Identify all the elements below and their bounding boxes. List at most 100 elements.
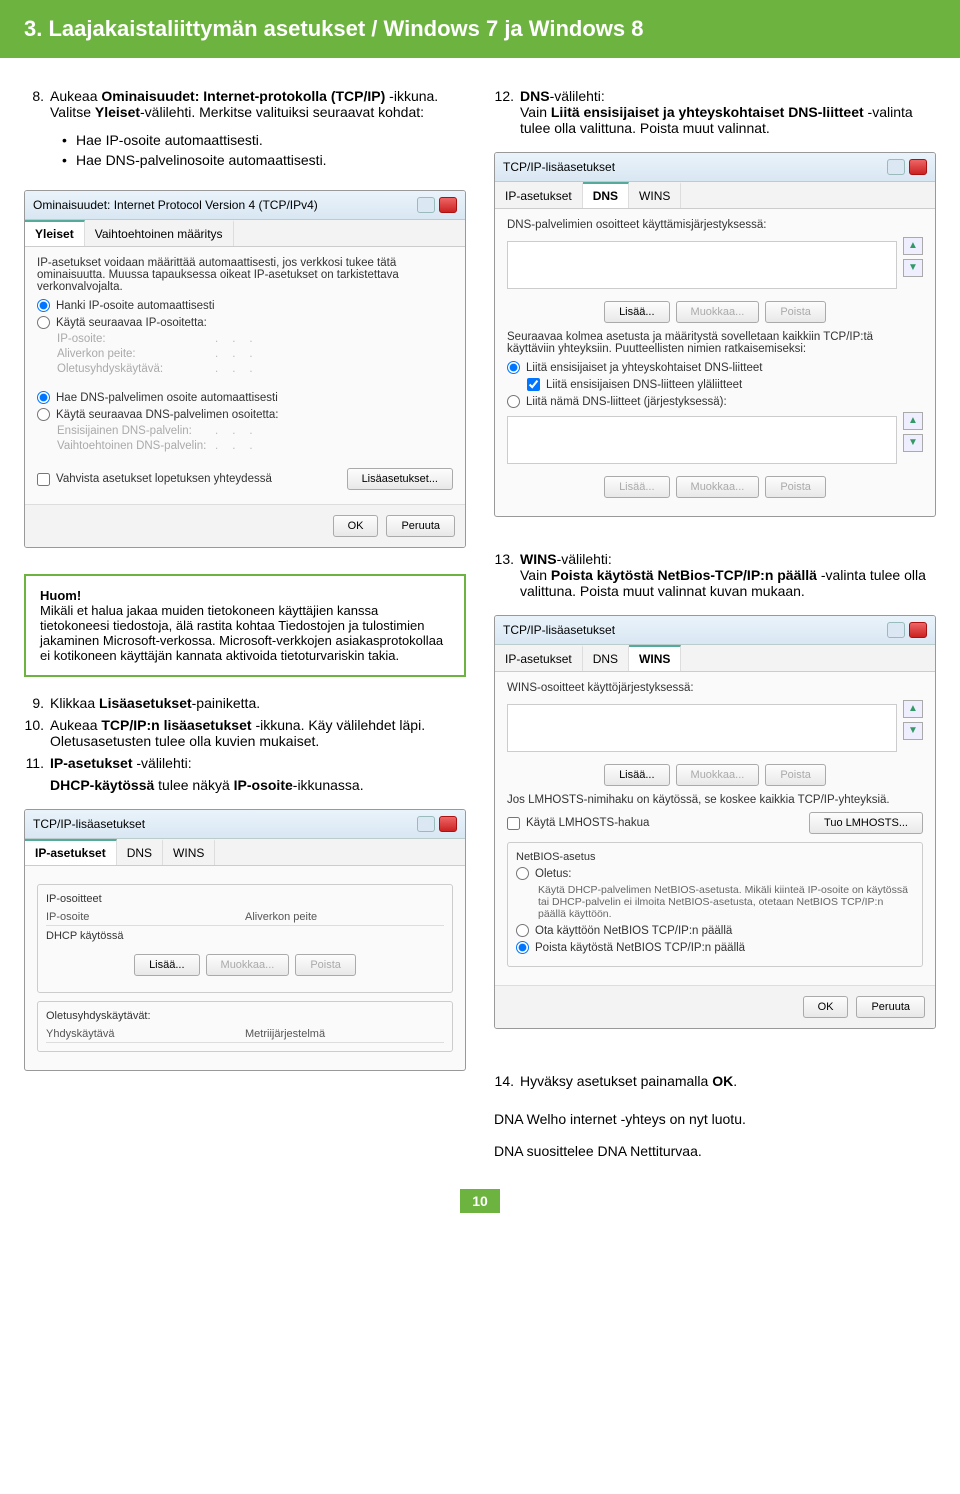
left-column: 8. Aukeaa Ominaisuudet: Internet-protoko… bbox=[24, 88, 466, 1159]
add-button[interactable]: Lisää... bbox=[604, 476, 669, 498]
window-title: TCP/IP-lisäasetukset bbox=[33, 817, 145, 831]
edit-button[interactable]: Muokkaa... bbox=[676, 301, 760, 323]
t: Poista käytöstä NetBios-TCP/IP:n päällä bbox=[551, 567, 817, 583]
ok-button[interactable]: OK bbox=[803, 996, 849, 1018]
tab-ip-asetukset[interactable]: IP-asetukset bbox=[25, 839, 117, 865]
window-body: DNS-palvelimien osoitteet käyttämisjärje… bbox=[495, 209, 935, 516]
dot: • bbox=[62, 132, 76, 148]
down-arrow-icon[interactable]: ▼ bbox=[903, 259, 923, 277]
help-icon[interactable] bbox=[417, 816, 435, 832]
edit-button[interactable]: Muokkaa... bbox=[206, 954, 290, 976]
help-icon[interactable] bbox=[887, 622, 905, 638]
col-ip: IP-osoite bbox=[46, 911, 245, 923]
checkbox-input[interactable] bbox=[37, 473, 50, 486]
down-arrow-icon[interactable]: ▼ bbox=[903, 722, 923, 740]
remove-button[interactable]: Poista bbox=[765, 764, 826, 786]
radio-input[interactable] bbox=[37, 299, 50, 312]
up-arrow-icon[interactable]: ▲ bbox=[903, 237, 923, 255]
up-arrow-icon[interactable]: ▲ bbox=[903, 412, 923, 430]
fieldset-netbios: NetBIOS-asetus Oletus: Käytä DHCP-palvel… bbox=[507, 842, 923, 967]
tab-vaihtoehtoinen[interactable]: Vaihtoehtoinen määritys bbox=[85, 220, 234, 246]
button-group: Lisää... Muokkaa... Poista bbox=[507, 764, 923, 786]
radio-manual-ip[interactable]: Käytä seuraavaa IP-osoitetta: bbox=[37, 316, 453, 329]
tab-wins[interactable]: WINS bbox=[163, 839, 215, 865]
t: tulee näkyä bbox=[158, 777, 234, 793]
radio-dns-list[interactable]: Liitä nämä DNS-liitteet (järjestyksessä)… bbox=[507, 395, 923, 408]
close-icon[interactable] bbox=[439, 816, 457, 832]
close-icon[interactable] bbox=[439, 197, 457, 213]
tab-ip-asetukset[interactable]: IP-asetukset bbox=[495, 182, 583, 208]
radio-input[interactable] bbox=[37, 391, 50, 404]
radio-label: Käytä seuraavaa IP-osoitetta: bbox=[56, 317, 207, 329]
up-arrow-icon[interactable]: ▲ bbox=[903, 700, 923, 718]
radio-input[interactable] bbox=[507, 395, 520, 408]
button-row: OK Peruuta bbox=[25, 504, 465, 547]
t: WINS bbox=[520, 551, 557, 567]
radio-manual-dns[interactable]: Käytä seuraavaa DNS-palvelimen osoitetta… bbox=[37, 408, 453, 421]
t: Vain bbox=[520, 567, 551, 583]
dns-listbox[interactable] bbox=[507, 241, 897, 289]
radio-input[interactable] bbox=[516, 941, 529, 954]
desc-text: Seuraavaa kolmea asetusta ja määritystä … bbox=[507, 331, 923, 355]
fieldset-gateways: Oletusyhdyskäytävät: Yhdyskäytävä Metrii… bbox=[37, 1001, 453, 1052]
radio-input[interactable] bbox=[37, 316, 50, 329]
close-icon[interactable] bbox=[909, 159, 927, 175]
radio-disable-netbios[interactable]: Poista käytöstä NetBIOS TCP/IP:n päällä bbox=[516, 941, 914, 954]
window-buttons bbox=[417, 816, 457, 832]
edit-button[interactable]: Muokkaa... bbox=[676, 476, 760, 498]
note-head: Huom! bbox=[40, 588, 81, 603]
help-icon[interactable] bbox=[417, 197, 435, 213]
check-validate[interactable]: Vahvista asetukset lopetuksen yhteydessä… bbox=[37, 468, 453, 490]
remove-button[interactable]: Poista bbox=[765, 301, 826, 323]
check-parent-suffix[interactable]: Liitä ensisijaisen DNS-liitteen yläliitt… bbox=[527, 378, 923, 391]
checkbox-input[interactable] bbox=[507, 817, 520, 830]
cancel-button[interactable]: Peruuta bbox=[856, 996, 925, 1018]
radio-auto-dns[interactable]: Hae DNS-palvelimen osoite automaattisest… bbox=[37, 391, 453, 404]
radio-input[interactable] bbox=[516, 867, 529, 880]
check-lmhosts[interactable]: Käytä LMHOSTS-hakua bbox=[507, 817, 649, 830]
radio-default[interactable]: Oletus: bbox=[516, 867, 914, 880]
step-text: IP-asetukset -välilehti: DHCP-käytössä t… bbox=[50, 755, 466, 793]
tab-dns[interactable]: DNS bbox=[117, 839, 163, 865]
import-lmhosts-button[interactable]: Tuo LMHOSTS... bbox=[809, 812, 923, 834]
down-arrow-icon[interactable]: ▼ bbox=[903, 434, 923, 452]
step-text: Klikkaa Lisäasetukset-painiketta. bbox=[50, 695, 466, 711]
radio-auto-ip[interactable]: Hanki IP-osoite automaattisesti bbox=[37, 299, 453, 312]
right-column: 12. DNS-välilehti: Vain Liitä ensisijais… bbox=[494, 88, 936, 1159]
tab-dns[interactable]: DNS bbox=[583, 182, 629, 208]
radio-label: Käytä seuraavaa DNS-palvelimen osoitetta… bbox=[56, 409, 278, 421]
step-number: 8. bbox=[24, 88, 50, 120]
add-button[interactable]: Lisää... bbox=[134, 954, 199, 976]
advanced-button[interactable]: Lisäasetukset... bbox=[347, 468, 453, 490]
radio-enable-netbios[interactable]: Ota käyttöön NetBIOS TCP/IP:n päällä bbox=[516, 924, 914, 937]
radio-dns-primary[interactable]: Liitä ensisijaiset ja yhteyskohtaiset DN… bbox=[507, 361, 923, 374]
ok-button[interactable]: OK bbox=[333, 515, 379, 537]
wins-listbox[interactable] bbox=[507, 704, 897, 752]
tab-dns[interactable]: DNS bbox=[583, 645, 629, 671]
tab-ip-asetukset[interactable]: IP-asetukset bbox=[495, 645, 583, 671]
field-gateway: Oletusyhdyskäytävä:... bbox=[57, 363, 453, 375]
check-label: Vahvista asetukset lopetuksen yhteydessä bbox=[56, 473, 272, 485]
help-icon[interactable] bbox=[887, 159, 905, 175]
remove-button[interactable]: Poista bbox=[295, 954, 356, 976]
tab-wins[interactable]: WINS bbox=[629, 645, 681, 671]
checkbox-input[interactable] bbox=[527, 378, 540, 391]
t: -välilehti: bbox=[557, 551, 612, 567]
suffix-listbox[interactable] bbox=[507, 416, 897, 464]
radio-input[interactable] bbox=[37, 408, 50, 421]
window-title: TCP/IP-lisäasetukset bbox=[503, 160, 615, 174]
bullet: •Hae DNS-palvelinosoite automaattisesti. bbox=[62, 152, 466, 168]
tab-wins[interactable]: WINS bbox=[629, 182, 681, 208]
window-body: IP-osoitteet IP-osoite Aliverkon peite D… bbox=[25, 866, 465, 1070]
tab-bar: IP-asetukset DNS WINS bbox=[495, 182, 935, 209]
step-9: 9. Klikkaa Lisäasetukset-painiketta. bbox=[24, 695, 466, 711]
radio-input[interactable] bbox=[516, 924, 529, 937]
edit-button[interactable]: Muokkaa... bbox=[676, 764, 760, 786]
add-button[interactable]: Lisää... bbox=[604, 764, 669, 786]
tab-yleiset[interactable]: Yleiset bbox=[25, 220, 85, 246]
add-button[interactable]: Lisää... bbox=[604, 301, 669, 323]
remove-button[interactable]: Poista bbox=[765, 476, 826, 498]
radio-input[interactable] bbox=[507, 361, 520, 374]
cancel-button[interactable]: Peruuta bbox=[386, 515, 455, 537]
close-icon[interactable] bbox=[909, 622, 927, 638]
